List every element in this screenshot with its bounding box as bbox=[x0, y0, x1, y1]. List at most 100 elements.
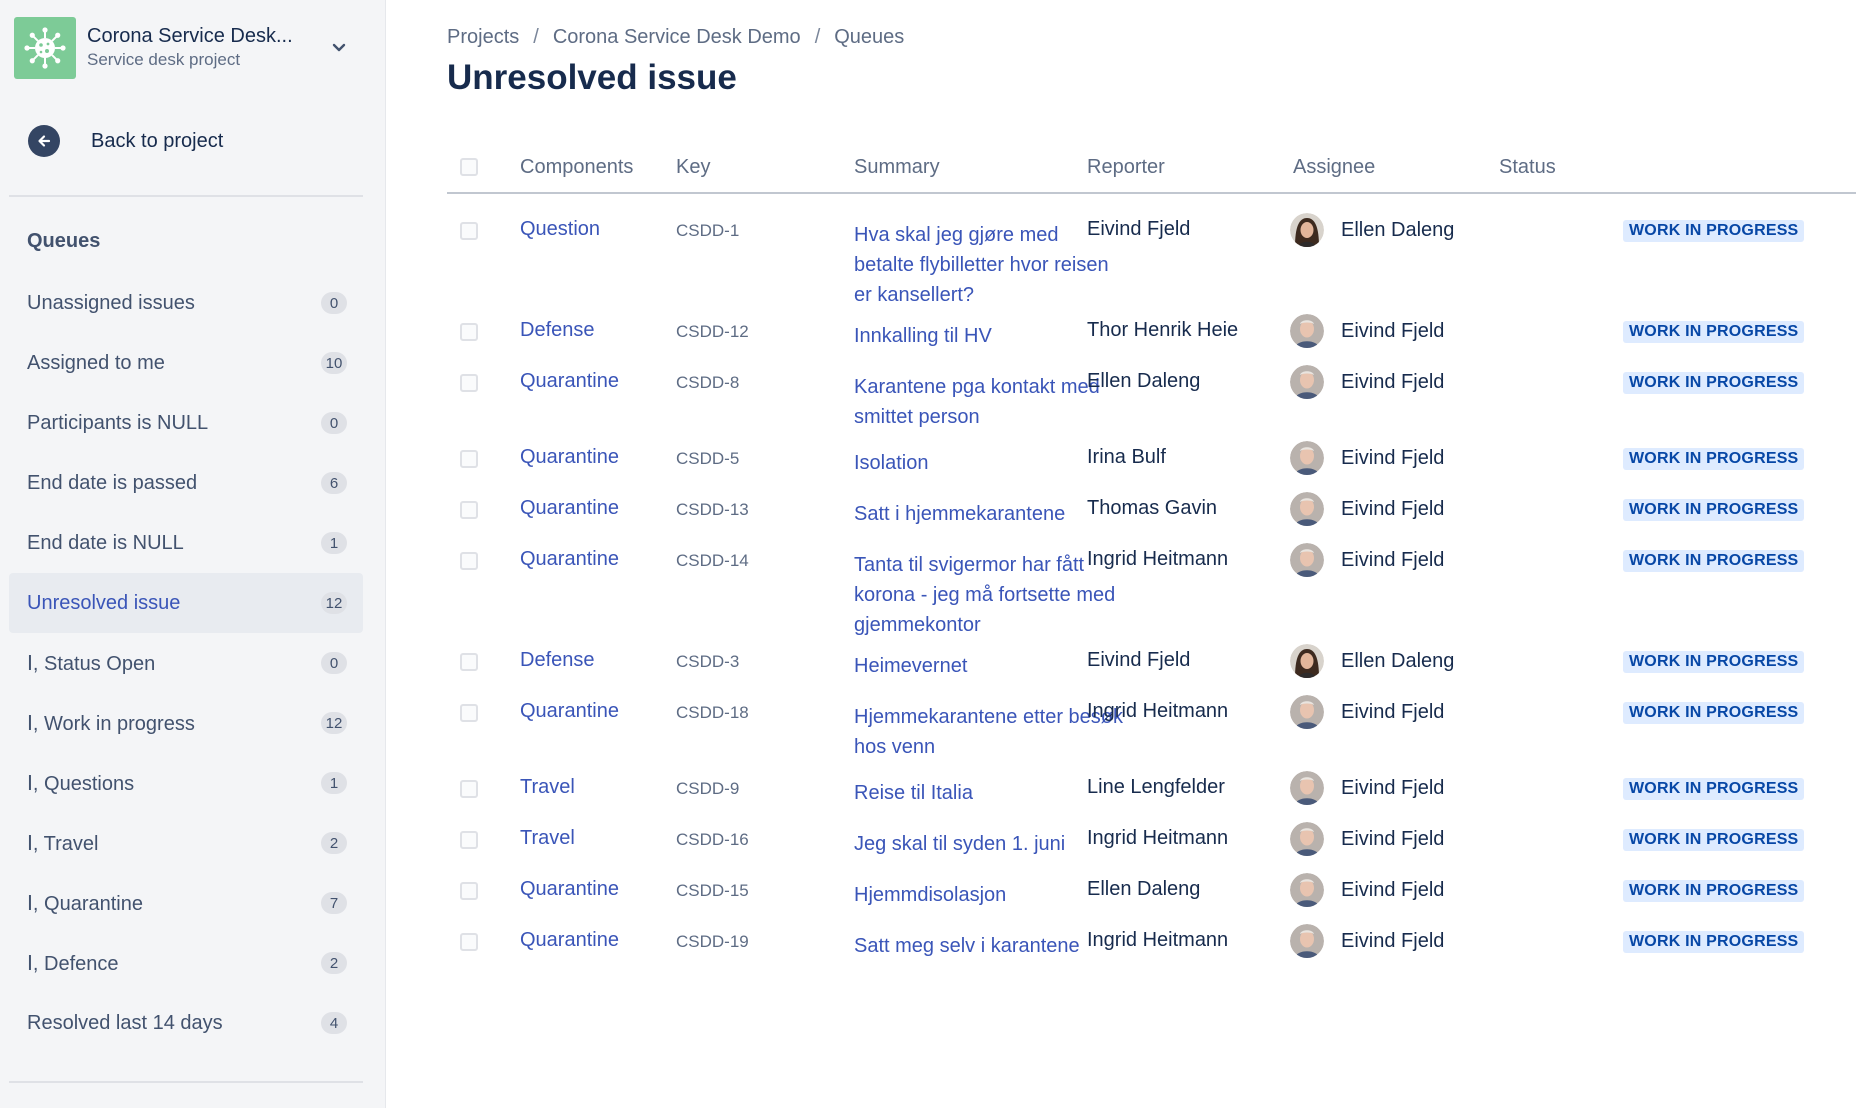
column-header-reporter[interactable]: Reporter bbox=[1087, 156, 1165, 179]
queue-item-questions[interactable]: Ⅰ, Questions 1 bbox=[9, 753, 363, 813]
assignee[interactable]: Ellen Daleng bbox=[1290, 213, 1454, 247]
component-link[interactable]: Defense bbox=[520, 649, 595, 672]
column-header-components[interactable]: Components bbox=[520, 156, 633, 179]
row-checkbox[interactable] bbox=[460, 831, 478, 849]
assignee[interactable]: Eivind Fjeld bbox=[1290, 873, 1444, 907]
table-row[interactable]: Question CSDD-1 Hva skal jeg gjøre med b… bbox=[447, 194, 1856, 306]
column-header-key[interactable]: Key bbox=[676, 156, 710, 179]
queue-item-travel[interactable]: Ⅰ, Travel 2 bbox=[9, 813, 363, 873]
breadcrumb-projects[interactable]: Projects bbox=[447, 26, 519, 48]
breadcrumb: Projects / Corona Service Desk Demo / Queues bbox=[447, 26, 904, 49]
issue-key[interactable]: CSDD-1 bbox=[676, 221, 739, 241]
avatar bbox=[1290, 213, 1324, 247]
component-link[interactable]: Quarantine bbox=[520, 370, 619, 393]
queue-count: 1 bbox=[321, 532, 347, 554]
queue-item-unassigned-issues[interactable]: Unassigned issues 0 bbox=[9, 273, 363, 333]
row-checkbox[interactable] bbox=[460, 323, 478, 341]
queue-count: 7 bbox=[321, 892, 347, 914]
issue-key[interactable]: CSDD-9 bbox=[676, 779, 739, 799]
table-row[interactable]: Quarantine CSDD-13 Satt i hjemmekaranten… bbox=[447, 473, 1856, 526]
chevron-down-icon[interactable] bbox=[326, 35, 352, 61]
column-header-assignee[interactable]: Assignee bbox=[1293, 156, 1375, 179]
issue-key[interactable]: CSDD-3 bbox=[676, 652, 739, 672]
project-name: Corona Service Desk... bbox=[87, 25, 293, 47]
queue-item-status-open[interactable]: Ⅰ, Status Open 0 bbox=[9, 633, 363, 693]
queue-item-defence[interactable]: Ⅰ, Defence 2 bbox=[9, 933, 363, 993]
table-row[interactable]: Quarantine CSDD-8 Karantene pga kontakt … bbox=[447, 346, 1856, 428]
select-all-checkbox[interactable] bbox=[460, 158, 478, 176]
row-checkbox[interactable] bbox=[460, 780, 478, 798]
component-link[interactable]: Quarantine bbox=[520, 700, 619, 723]
queue-item-participants-is-null[interactable]: Participants is NULL 0 bbox=[9, 393, 363, 453]
table-row[interactable]: Defense CSDD-12 Innkalling til HV Thor H… bbox=[447, 295, 1856, 348]
table-row[interactable]: Travel CSDD-16 Jeg skal til syden 1. jun… bbox=[447, 803, 1856, 856]
table-row[interactable]: Travel CSDD-9 Reise til Italia Line Leng… bbox=[447, 752, 1856, 805]
project-switcher[interactable]: Corona Service Desk... Service desk proj… bbox=[14, 17, 374, 79]
component-link[interactable]: Quarantine bbox=[520, 878, 619, 901]
page-title: Unresolved issue bbox=[447, 58, 737, 97]
queue-label: End date is passed bbox=[27, 471, 198, 494]
component-link[interactable]: Travel bbox=[520, 776, 575, 799]
assignee[interactable]: Eivind Fjeld bbox=[1290, 695, 1444, 729]
table-row[interactable]: Defense CSDD-3 Heimevernet Eivind Fjeld … bbox=[447, 625, 1856, 678]
issue-key[interactable]: CSDD-16 bbox=[676, 830, 749, 850]
queue-item-work-in-progress[interactable]: Ⅰ, Work in progress 12 bbox=[9, 693, 363, 753]
issue-key[interactable]: CSDD-18 bbox=[676, 703, 749, 723]
queue-item-resolved-last-14-days[interactable]: Resolved last 14 days 4 bbox=[9, 993, 363, 1053]
assignee[interactable]: Ellen Daleng bbox=[1290, 644, 1454, 678]
queue-count: 0 bbox=[321, 292, 347, 314]
row-checkbox[interactable] bbox=[460, 552, 478, 570]
component-link[interactable]: Question bbox=[520, 218, 600, 241]
row-checkbox[interactable] bbox=[460, 653, 478, 671]
row-checkbox[interactable] bbox=[460, 933, 478, 951]
table-row[interactable]: Quarantine CSDD-15 Hjemmdisolasjon Ellen… bbox=[447, 854, 1856, 907]
assignee[interactable]: Eivind Fjeld bbox=[1290, 771, 1444, 805]
assignee[interactable]: Eivind Fjeld bbox=[1290, 441, 1444, 475]
issue-key[interactable]: CSDD-12 bbox=[676, 322, 749, 342]
table-row[interactable]: Quarantine CSDD-5 Isolation Irina Bulf E… bbox=[447, 422, 1856, 475]
assignee[interactable]: Eivind Fjeld bbox=[1290, 924, 1444, 958]
assignee[interactable]: Eivind Fjeld bbox=[1290, 822, 1444, 856]
assignee-name: Eivind Fjeld bbox=[1341, 827, 1445, 850]
issue-key[interactable]: CSDD-8 bbox=[676, 373, 739, 393]
table-row[interactable]: Quarantine CSDD-14 Tanta til svigermor h… bbox=[447, 524, 1856, 636]
issue-key[interactable]: CSDD-13 bbox=[676, 500, 749, 520]
component-link[interactable]: Quarantine bbox=[520, 548, 619, 571]
queue-item-quarantine[interactable]: Ⅰ, Quarantine 7 bbox=[9, 873, 363, 933]
row-checkbox[interactable] bbox=[460, 374, 478, 392]
component-link[interactable]: Defense bbox=[520, 319, 595, 342]
component-link[interactable]: Travel bbox=[520, 827, 575, 850]
row-checkbox[interactable] bbox=[460, 882, 478, 900]
column-header-status[interactable]: Status bbox=[1499, 156, 1556, 179]
component-link[interactable]: Quarantine bbox=[520, 497, 619, 520]
component-link[interactable]: Quarantine bbox=[520, 929, 619, 952]
row-checkbox[interactable] bbox=[460, 222, 478, 240]
queue-item-unresolved-issue[interactable]: Unresolved issue 12 bbox=[9, 573, 363, 633]
issue-summary-link[interactable]: Satt meg selv i karantene bbox=[854, 931, 1124, 961]
table-row[interactable]: Quarantine CSDD-18 Hjemmekarantene etter… bbox=[447, 676, 1856, 758]
issue-key[interactable]: CSDD-14 bbox=[676, 551, 749, 571]
queue-label: Unresolved issue bbox=[27, 591, 181, 614]
queue-item-end-date-is-passed[interactable]: End date is passed 6 bbox=[9, 453, 363, 513]
back-to-project-link[interactable]: Back to project bbox=[28, 125, 358, 157]
queue-item-assigned-to-me[interactable]: Assigned to me 10 bbox=[9, 333, 363, 393]
queue-label-text: Questions bbox=[44, 772, 135, 795]
assignee[interactable]: Eivind Fjeld bbox=[1290, 492, 1444, 526]
breadcrumb-queues[interactable]: Queues bbox=[834, 26, 904, 48]
assignee[interactable]: Eivind Fjeld bbox=[1290, 543, 1444, 577]
sub-queue-prefix: Ⅰ, bbox=[27, 952, 39, 975]
row-checkbox[interactable] bbox=[460, 450, 478, 468]
table-row[interactable]: Quarantine CSDD-19 Satt meg selv i karan… bbox=[447, 905, 1856, 958]
issue-key[interactable]: CSDD-19 bbox=[676, 932, 749, 952]
assignee[interactable]: Eivind Fjeld bbox=[1290, 314, 1444, 348]
component-link[interactable]: Quarantine bbox=[520, 446, 619, 469]
issue-key[interactable]: CSDD-5 bbox=[676, 449, 739, 469]
assignee[interactable]: Eivind Fjeld bbox=[1290, 365, 1444, 399]
row-checkbox[interactable] bbox=[460, 501, 478, 519]
queue-item-end-date-is-null[interactable]: End date is NULL 1 bbox=[9, 513, 363, 573]
issue-key[interactable]: CSDD-15 bbox=[676, 881, 749, 901]
row-checkbox[interactable] bbox=[460, 704, 478, 722]
column-header-summary[interactable]: Summary bbox=[854, 156, 940, 179]
queue-count: 6 bbox=[321, 472, 347, 494]
breadcrumb-project[interactable]: Corona Service Desk Demo bbox=[553, 26, 801, 48]
